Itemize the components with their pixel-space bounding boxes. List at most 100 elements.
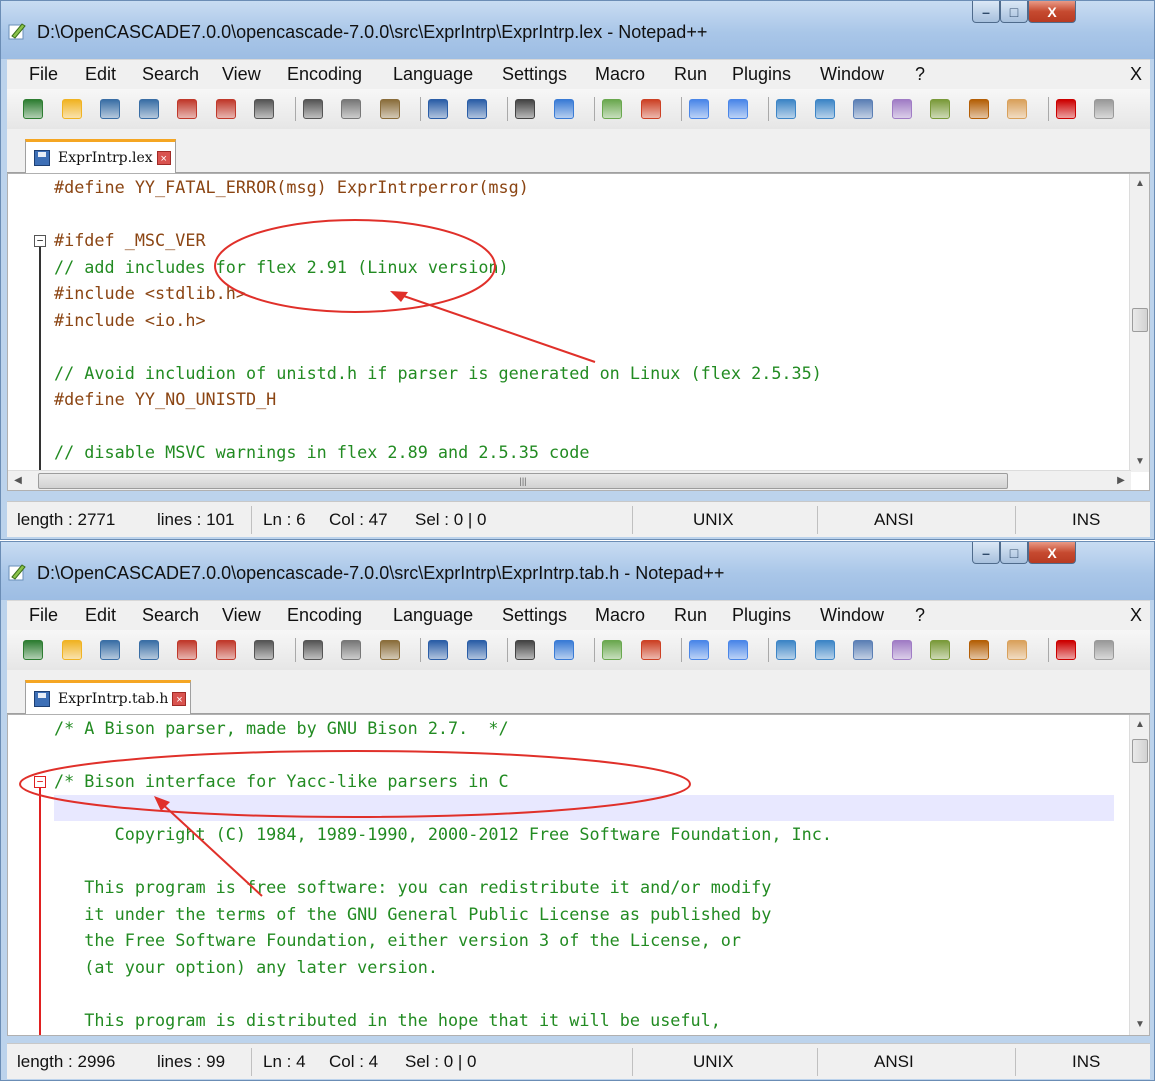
new-file-icon[interactable]: [23, 99, 43, 119]
function-list-icon[interactable]: [968, 99, 989, 119]
find-icon[interactable]: [515, 640, 535, 660]
tab-close-icon[interactable]: ×: [156, 150, 171, 165]
menu-window[interactable]: Window: [820, 605, 884, 626]
sync-vertical-icon[interactable]: [689, 640, 709, 660]
scroll-left-icon[interactable]: ◀: [8, 471, 28, 490]
redo-icon[interactable]: [466, 99, 487, 119]
fold-toggle-icon[interactable]: −: [34, 235, 46, 247]
menu-view[interactable]: View: [222, 605, 261, 626]
udl-icon[interactable]: [891, 640, 912, 660]
scroll-thumb[interactable]: [1132, 739, 1148, 763]
vertical-scrollbar[interactable]: ▲ ▼: [1129, 174, 1149, 472]
scroll-down-icon[interactable]: ▼: [1130, 452, 1149, 472]
zoom-out-icon[interactable]: [640, 640, 661, 660]
record-macro-icon[interactable]: [1055, 640, 1076, 660]
copy-icon[interactable]: [341, 640, 361, 660]
word-wrap-icon[interactable]: [776, 99, 796, 119]
close-window-button[interactable]: X: [1028, 1, 1076, 23]
zoom-out-icon[interactable]: [640, 99, 661, 119]
find-icon[interactable]: [515, 99, 535, 119]
menu-help[interactable]: ?: [915, 605, 925, 626]
menu-language[interactable]: Language: [393, 605, 473, 626]
doc-map-icon[interactable]: [930, 640, 950, 660]
menu-language[interactable]: Language: [393, 64, 473, 85]
show-all-chars-icon[interactable]: [814, 99, 835, 119]
redo-icon[interactable]: [466, 640, 487, 660]
tab-close-icon[interactable]: ×: [172, 691, 187, 706]
print-icon[interactable]: [254, 99, 274, 119]
menu-edit[interactable]: Edit: [85, 605, 116, 626]
title-bar[interactable]: D:\OpenCASCADE7.0.0\opencascade-7.0.0\sr…: [1, 1, 1154, 59]
minimize-button[interactable]: –: [972, 542, 1000, 564]
record-macro-icon[interactable]: [1055, 99, 1076, 119]
close-icon[interactable]: [177, 99, 197, 119]
title-bar[interactable]: D:\OpenCASCADE7.0.0\opencascade-7.0.0\sr…: [1, 542, 1154, 600]
scroll-right-icon[interactable]: ▶: [1111, 471, 1131, 490]
close-document-button[interactable]: X: [1130, 64, 1142, 85]
menu-settings[interactable]: Settings: [502, 605, 567, 626]
save-icon[interactable]: [100, 640, 120, 660]
open-file-icon[interactable]: [61, 99, 82, 119]
word-wrap-icon[interactable]: [776, 640, 796, 660]
sync-vertical-icon[interactable]: [689, 99, 709, 119]
stop-record-icon[interactable]: [1094, 99, 1114, 119]
sync-horizontal-icon[interactable]: [727, 640, 748, 660]
menu-plugins[interactable]: Plugins: [732, 605, 791, 626]
folder-workspace-icon[interactable]: [1007, 640, 1027, 660]
folder-workspace-icon[interactable]: [1007, 99, 1027, 119]
paste-icon[interactable]: [379, 640, 400, 660]
cut-icon[interactable]: [302, 640, 323, 660]
close-all-icon[interactable]: [215, 640, 236, 660]
horizontal-scroll-thumb[interactable]: |||: [38, 473, 1008, 489]
undo-icon[interactable]: [428, 99, 448, 119]
vertical-scrollbar[interactable]: ▲ ▼: [1129, 715, 1149, 1035]
menu-edit[interactable]: Edit: [85, 64, 116, 85]
menu-settings[interactable]: Settings: [502, 64, 567, 85]
menu-window[interactable]: Window: [820, 64, 884, 85]
menu-help[interactable]: ?: [915, 64, 925, 85]
paste-icon[interactable]: [379, 99, 400, 119]
indent-guide-icon[interactable]: [853, 99, 873, 119]
horizontal-scrollbar[interactable]: ◀ ||| ▶: [8, 470, 1131, 490]
close-document-button[interactable]: X: [1130, 605, 1142, 626]
code-editor[interactable]: − /* A Bison parser, made by GNU Bison 2…: [7, 714, 1150, 1036]
menu-run[interactable]: Run: [674, 605, 707, 626]
open-file-icon[interactable]: [61, 640, 82, 660]
menu-file[interactable]: File: [29, 605, 58, 626]
doc-map-icon[interactable]: [930, 99, 950, 119]
menu-macro[interactable]: Macro: [595, 64, 645, 85]
udl-icon[interactable]: [891, 99, 912, 119]
zoom-in-icon[interactable]: [602, 99, 622, 119]
scroll-up-icon[interactable]: ▲: [1130, 174, 1149, 194]
replace-icon[interactable]: [553, 99, 574, 119]
menu-plugins[interactable]: Plugins: [732, 64, 791, 85]
tab-exprintrp-tab-h[interactable]: ExprIntrp.tab.h ×: [25, 680, 192, 714]
function-list-icon[interactable]: [968, 640, 989, 660]
maximize-button[interactable]: □: [1000, 542, 1028, 564]
minimize-button[interactable]: –: [972, 1, 1000, 23]
show-all-chars-icon[interactable]: [814, 640, 835, 660]
menu-run[interactable]: Run: [674, 64, 707, 85]
menu-encoding[interactable]: Encoding: [287, 605, 362, 626]
menu-macro[interactable]: Macro: [595, 605, 645, 626]
close-window-button[interactable]: X: [1028, 542, 1076, 564]
copy-icon[interactable]: [341, 99, 361, 119]
close-icon[interactable]: [177, 640, 197, 660]
scroll-down-icon[interactable]: ▼: [1130, 1015, 1149, 1035]
menu-search[interactable]: Search: [142, 64, 199, 85]
menu-search[interactable]: Search: [142, 605, 199, 626]
zoom-in-icon[interactable]: [602, 640, 622, 660]
cut-icon[interactable]: [302, 99, 323, 119]
maximize-button[interactable]: □: [1000, 1, 1028, 23]
close-all-icon[interactable]: [215, 99, 236, 119]
code-editor[interactable]: − #define YY_FATAL_ERROR(msg) ExprIntrpe…: [7, 173, 1150, 491]
menu-encoding[interactable]: Encoding: [287, 64, 362, 85]
menu-file[interactable]: File: [29, 64, 58, 85]
scroll-up-icon[interactable]: ▲: [1130, 715, 1149, 735]
print-icon[interactable]: [254, 640, 274, 660]
save-icon[interactable]: [100, 99, 120, 119]
replace-icon[interactable]: [553, 640, 574, 660]
tab-exprintrp-lex[interactable]: ExprIntrp.lex ×: [25, 139, 176, 173]
save-all-icon[interactable]: [138, 99, 159, 119]
scroll-thumb[interactable]: [1132, 308, 1148, 332]
